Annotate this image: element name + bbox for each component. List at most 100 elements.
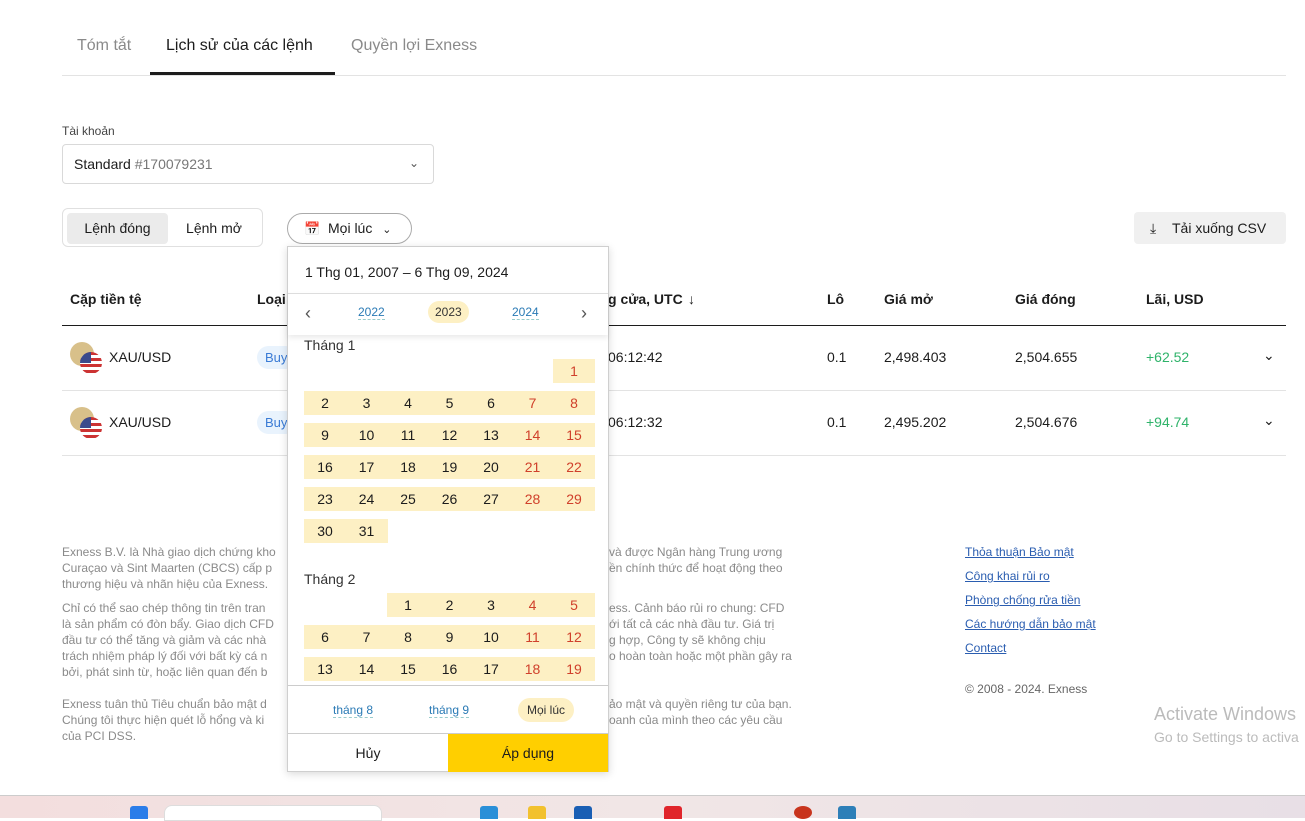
chevron-right-icon[interactable]: › [581, 303, 587, 324]
day-cell[interactable]: 26 [428, 487, 471, 511]
day-cell[interactable]: 22 [553, 455, 595, 479]
day-cell[interactable]: 25 [387, 487, 429, 511]
day-cell[interactable]: 1 [387, 593, 429, 617]
chevron-left-icon[interactable]: ‹ [305, 303, 311, 324]
expand-row-chevron-icon[interactable]: ⌄ [1263, 412, 1275, 429]
day-cell[interactable]: 19 [428, 455, 471, 479]
header-divider [62, 325, 1286, 326]
day-cell[interactable]: 27 [470, 487, 512, 511]
footer-text: ền chính thức để hoạt động theo [609, 561, 783, 575]
app-icon[interactable] [794, 806, 812, 819]
period-filter-button[interactable]: 📅 Mọi lúc ⌄ [287, 213, 412, 244]
download-csv-button[interactable]: ⤓ Tải xuống CSV [1134, 212, 1286, 244]
expand-row-chevron-icon[interactable]: ⌄ [1263, 347, 1275, 364]
day-cell[interactable]: 5 [553, 593, 595, 617]
day-cell[interactable]: 19 [553, 657, 595, 681]
closed-orders-button[interactable]: Lệnh đóng [67, 213, 168, 244]
day-cell[interactable]: 31 [345, 519, 388, 543]
day-cell[interactable]: 10 [345, 423, 388, 447]
day-cell[interactable]: 13 [470, 423, 512, 447]
day-cell[interactable]: 1 [553, 359, 595, 383]
day-cell[interactable]: 29 [553, 487, 595, 511]
day-cell[interactable]: 8 [553, 391, 595, 415]
day-cell[interactable]: 10 [470, 625, 512, 649]
day-cell[interactable]: 17 [345, 455, 388, 479]
day-cell[interactable]: 14 [345, 657, 388, 681]
day-cell[interactable]: 28 [511, 487, 554, 511]
tab-summary[interactable]: Tóm tắt [77, 37, 131, 55]
pair: XAU/USD [109, 349, 172, 365]
day-cell[interactable]: 18 [511, 657, 554, 681]
day-cell[interactable]: 4 [387, 391, 429, 415]
col-close-price[interactable]: Giá đóng [1015, 291, 1076, 307]
windows-taskbar [0, 795, 1305, 821]
day-cell[interactable]: 2 [304, 391, 346, 415]
day-cell[interactable]: 11 [387, 423, 429, 447]
day-cell[interactable]: 7 [511, 391, 554, 415]
col-pair[interactable]: Cặp tiền tệ [70, 291, 142, 307]
day-cell[interactable]: 9 [428, 625, 471, 649]
day-cell[interactable]: 16 [428, 657, 471, 681]
day-cell[interactable]: 4 [511, 593, 554, 617]
day-cell[interactable]: 16 [304, 455, 346, 479]
day-cell[interactable]: 3 [345, 391, 388, 415]
day-cell[interactable]: 7 [345, 625, 388, 649]
cancel-button[interactable]: Hủy [288, 734, 448, 772]
col-open-price[interactable]: Giá mở [884, 291, 933, 307]
file-explorer-icon[interactable] [528, 806, 546, 819]
link-contact[interactable]: Contact [965, 641, 1006, 655]
windows-start-icon[interactable] [130, 806, 148, 819]
day-cell[interactable]: 6 [470, 391, 512, 415]
day-cell[interactable]: 5 [428, 391, 471, 415]
day-cell[interactable]: 8 [387, 625, 429, 649]
day-cell[interactable]: 23 [304, 487, 346, 511]
opera-icon[interactable] [664, 806, 682, 819]
day-cell[interactable]: 15 [553, 423, 595, 447]
link-risk-disclosure[interactable]: Công khai rủi ro [965, 569, 1050, 583]
day-cell[interactable]: 13 [304, 657, 346, 681]
quick-september[interactable]: tháng 9 [429, 703, 470, 718]
col-profit[interactable]: Lãi, USD [1146, 291, 1204, 307]
link-security-guides[interactable]: Các hướng dẫn bảo mật [965, 617, 1096, 631]
chevron-down-icon: ⌄ [408, 156, 419, 170]
tab-order-history[interactable]: Lịch sử của các lệnh [166, 37, 313, 55]
sort-arrow-down-icon[interactable]: ↓ [688, 291, 695, 307]
month-label: Tháng 2 [304, 571, 356, 587]
day-cell[interactable]: 2 [428, 593, 471, 617]
year-2024[interactable]: 2024 [512, 305, 539, 320]
calendar-months[interactable]: Tháng 1 1 2 3 4 5 6 7 8 9 10 11 12 13 14 15 16 17 18 19 20 21… [288, 335, 608, 685]
quick-all-time[interactable]: Mọi lúc [518, 698, 575, 722]
day-cell[interactable]: 9 [304, 423, 346, 447]
col-type[interactable]: Loại [257, 291, 286, 307]
day-cell[interactable]: 17 [470, 657, 512, 681]
day-cell[interactable]: 15 [387, 657, 429, 681]
day-cell[interactable]: 12 [553, 625, 595, 649]
day-cell[interactable]: 14 [511, 423, 554, 447]
year-2022[interactable]: 2022 [358, 305, 385, 320]
day-cell[interactable]: 12 [428, 423, 471, 447]
col-lot[interactable]: Lô [827, 291, 844, 307]
apply-button[interactable]: Áp dụng [448, 734, 608, 772]
day-cell[interactable]: 20 [470, 455, 512, 479]
year-selector: ‹ 2022 2023 2024 › [288, 293, 608, 335]
day-cell[interactable]: 6 [304, 625, 346, 649]
tab-exness-benefits[interactable]: Quyền lợi Exness [351, 37, 477, 55]
day-cell[interactable]: 30 [304, 519, 346, 543]
link-aml[interactable]: Phòng chống rửa tiền [965, 593, 1080, 607]
app-icon[interactable] [838, 806, 856, 819]
quick-august[interactable]: tháng 8 [333, 703, 374, 718]
day-cell[interactable]: 11 [511, 625, 554, 649]
col-close-time[interactable]: g cửa, UTC [608, 291, 683, 307]
day-cell[interactable]: 21 [511, 455, 554, 479]
year-2023[interactable]: 2023 [428, 301, 469, 323]
day-cell[interactable]: 18 [387, 455, 429, 479]
day-cell[interactable]: 3 [470, 593, 512, 617]
edge-icon[interactable] [480, 806, 498, 819]
day-cell[interactable]: 24 [345, 487, 388, 511]
open-orders-button[interactable]: Lệnh mở [168, 213, 260, 244]
app-icon[interactable] [574, 806, 592, 819]
taskbar-search[interactable] [164, 805, 382, 821]
us-flag-icon [80, 417, 102, 439]
account-select[interactable]: Standard #170079231 ⌄ [62, 144, 434, 184]
link-privacy[interactable]: Thỏa thuận Bảo mật [965, 545, 1074, 559]
